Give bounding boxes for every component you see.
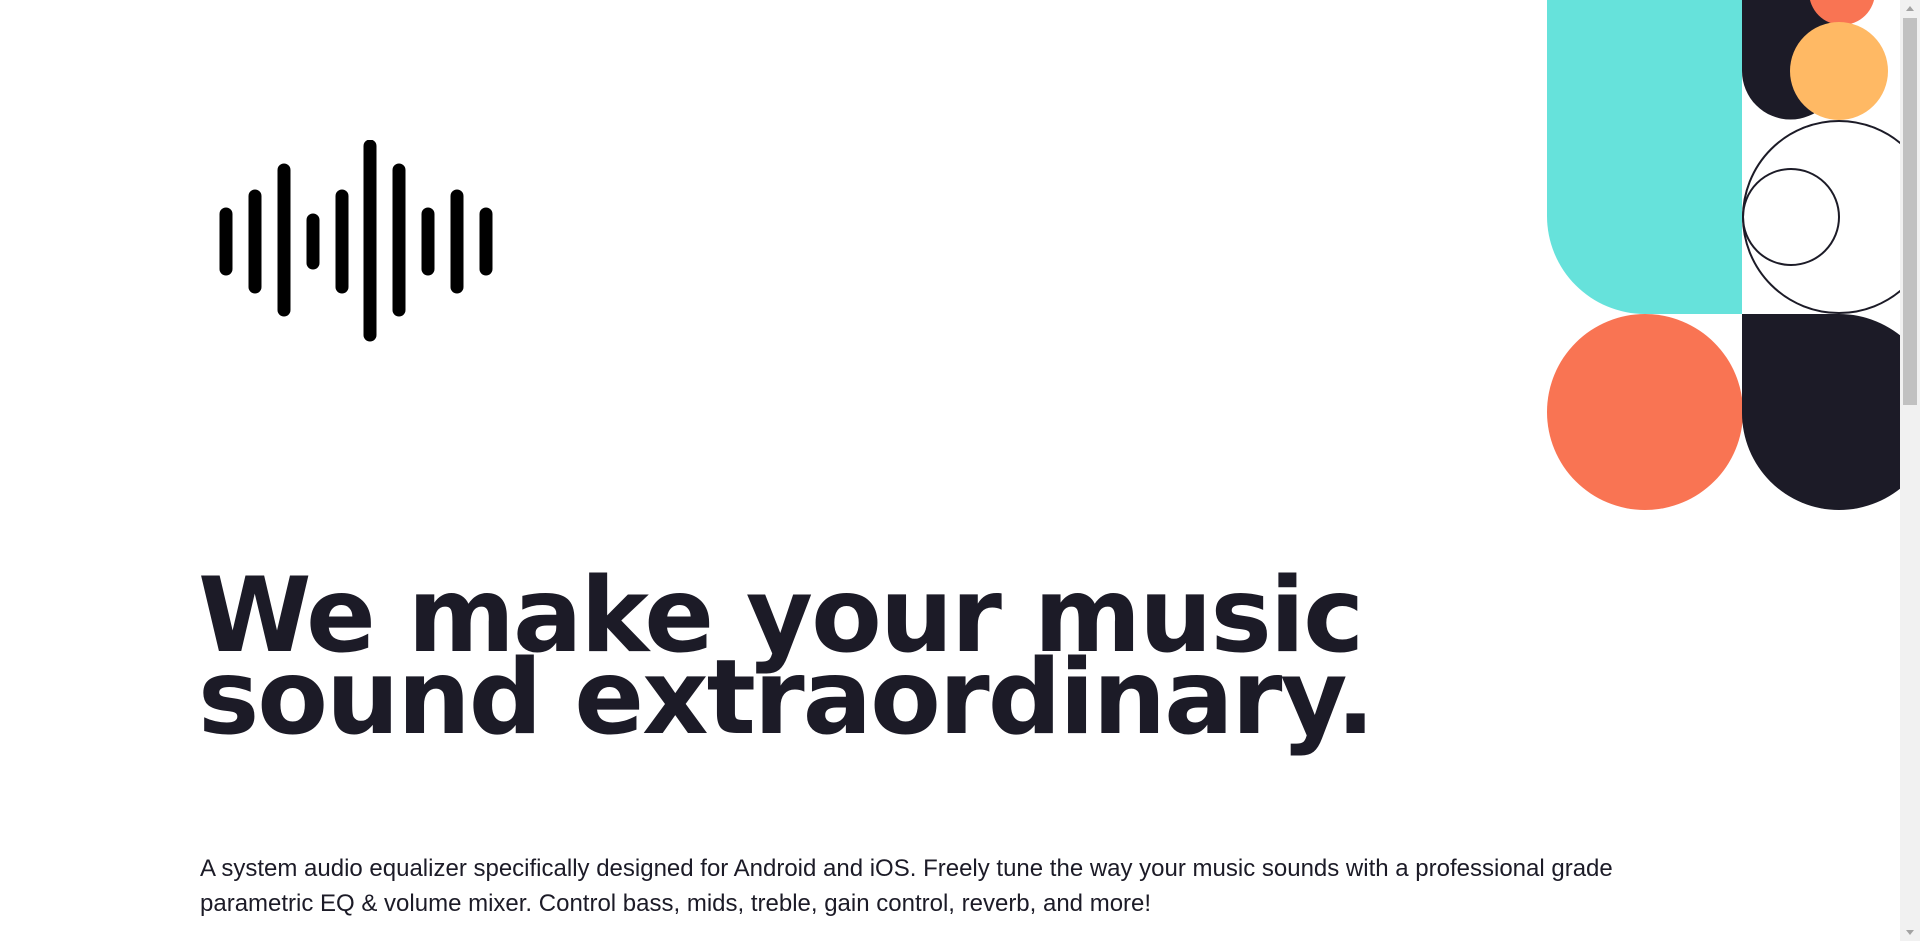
scrollbar-thumb[interactable]	[1903, 18, 1917, 405]
coral-circle	[1547, 314, 1743, 510]
scroll-up-arrow-icon[interactable]	[1906, 6, 1914, 11]
yellow-circle	[1790, 22, 1888, 120]
hero-headline: We make your music sound extraordinary.	[198, 556, 1375, 758]
vertical-scrollbar[interactable]	[1900, 0, 1920, 941]
geometric-pattern	[1547, 0, 1900, 510]
landing-page: We make your music sound extraordinary. …	[0, 0, 1920, 941]
hero-description: A system audio equalizer specifically de…	[200, 855, 1613, 917]
outline-small-circle	[1742, 168, 1840, 266]
teal-half-pill-shape	[1547, 0, 1742, 314]
outline-large-circle	[1742, 120, 1900, 314]
scroll-down-arrow-icon[interactable]	[1906, 930, 1914, 935]
sound-wave-icon	[219, 140, 493, 342]
navy-half-circle-shape	[1742, 314, 1900, 510]
